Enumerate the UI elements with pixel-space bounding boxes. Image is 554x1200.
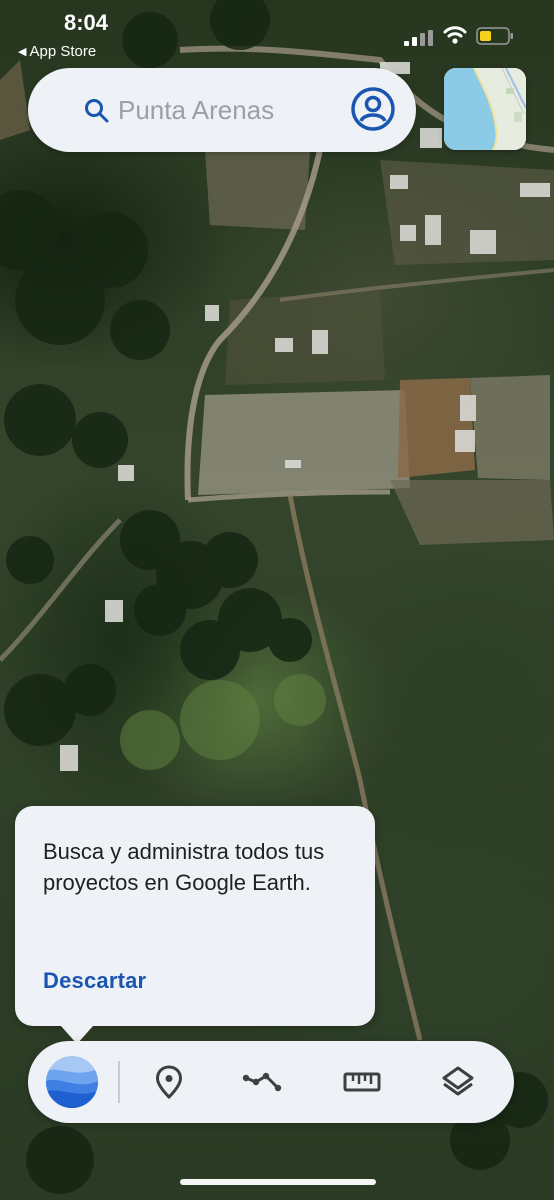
layers-icon [442, 1066, 474, 1096]
status-bar: 8:04 ◀ App Store [0, 0, 554, 60]
wifi-icon [443, 26, 467, 44]
toolbar-divider [118, 1061, 120, 1103]
map-layers-button[interactable] [437, 1061, 479, 1103]
search-bar[interactable]: Punta Arenas [28, 68, 416, 152]
back-arrow-icon: ◀ [18, 46, 27, 58]
back-to-app-button[interactable]: ◀ App Store [18, 43, 96, 60]
battery-icon [476, 27, 513, 45]
bottom-toolbar [28, 1041, 514, 1123]
dismiss-button[interactable]: Descartar [43, 968, 146, 994]
search-icon[interactable] [84, 98, 110, 124]
path-icon [242, 1072, 282, 1092]
measure-button[interactable] [341, 1061, 383, 1103]
ruler-icon [343, 1072, 381, 1092]
minimap-thumbnail[interactable] [444, 68, 526, 150]
map-pin-icon [155, 1065, 183, 1099]
tooltip-message: Busca y administra todos tus proyectos e… [43, 839, 325, 895]
home-indicator[interactable] [180, 1179, 376, 1185]
back-app-label: App Store [29, 43, 97, 60]
draw-path-button[interactable] [242, 1061, 284, 1103]
add-placemark-button[interactable] [148, 1061, 190, 1103]
map-thumbnail-icon [444, 68, 526, 150]
status-time: 8:04 [64, 10, 109, 35]
account-circle-icon[interactable] [350, 86, 396, 132]
onboarding-tooltip: Busca y administra todos tus proyectos e… [15, 806, 375, 1044]
earth-logo-icon[interactable] [44, 1054, 100, 1110]
search-input[interactable]: Punta Arenas [118, 95, 274, 126]
cellular-signal-icon [404, 30, 433, 46]
